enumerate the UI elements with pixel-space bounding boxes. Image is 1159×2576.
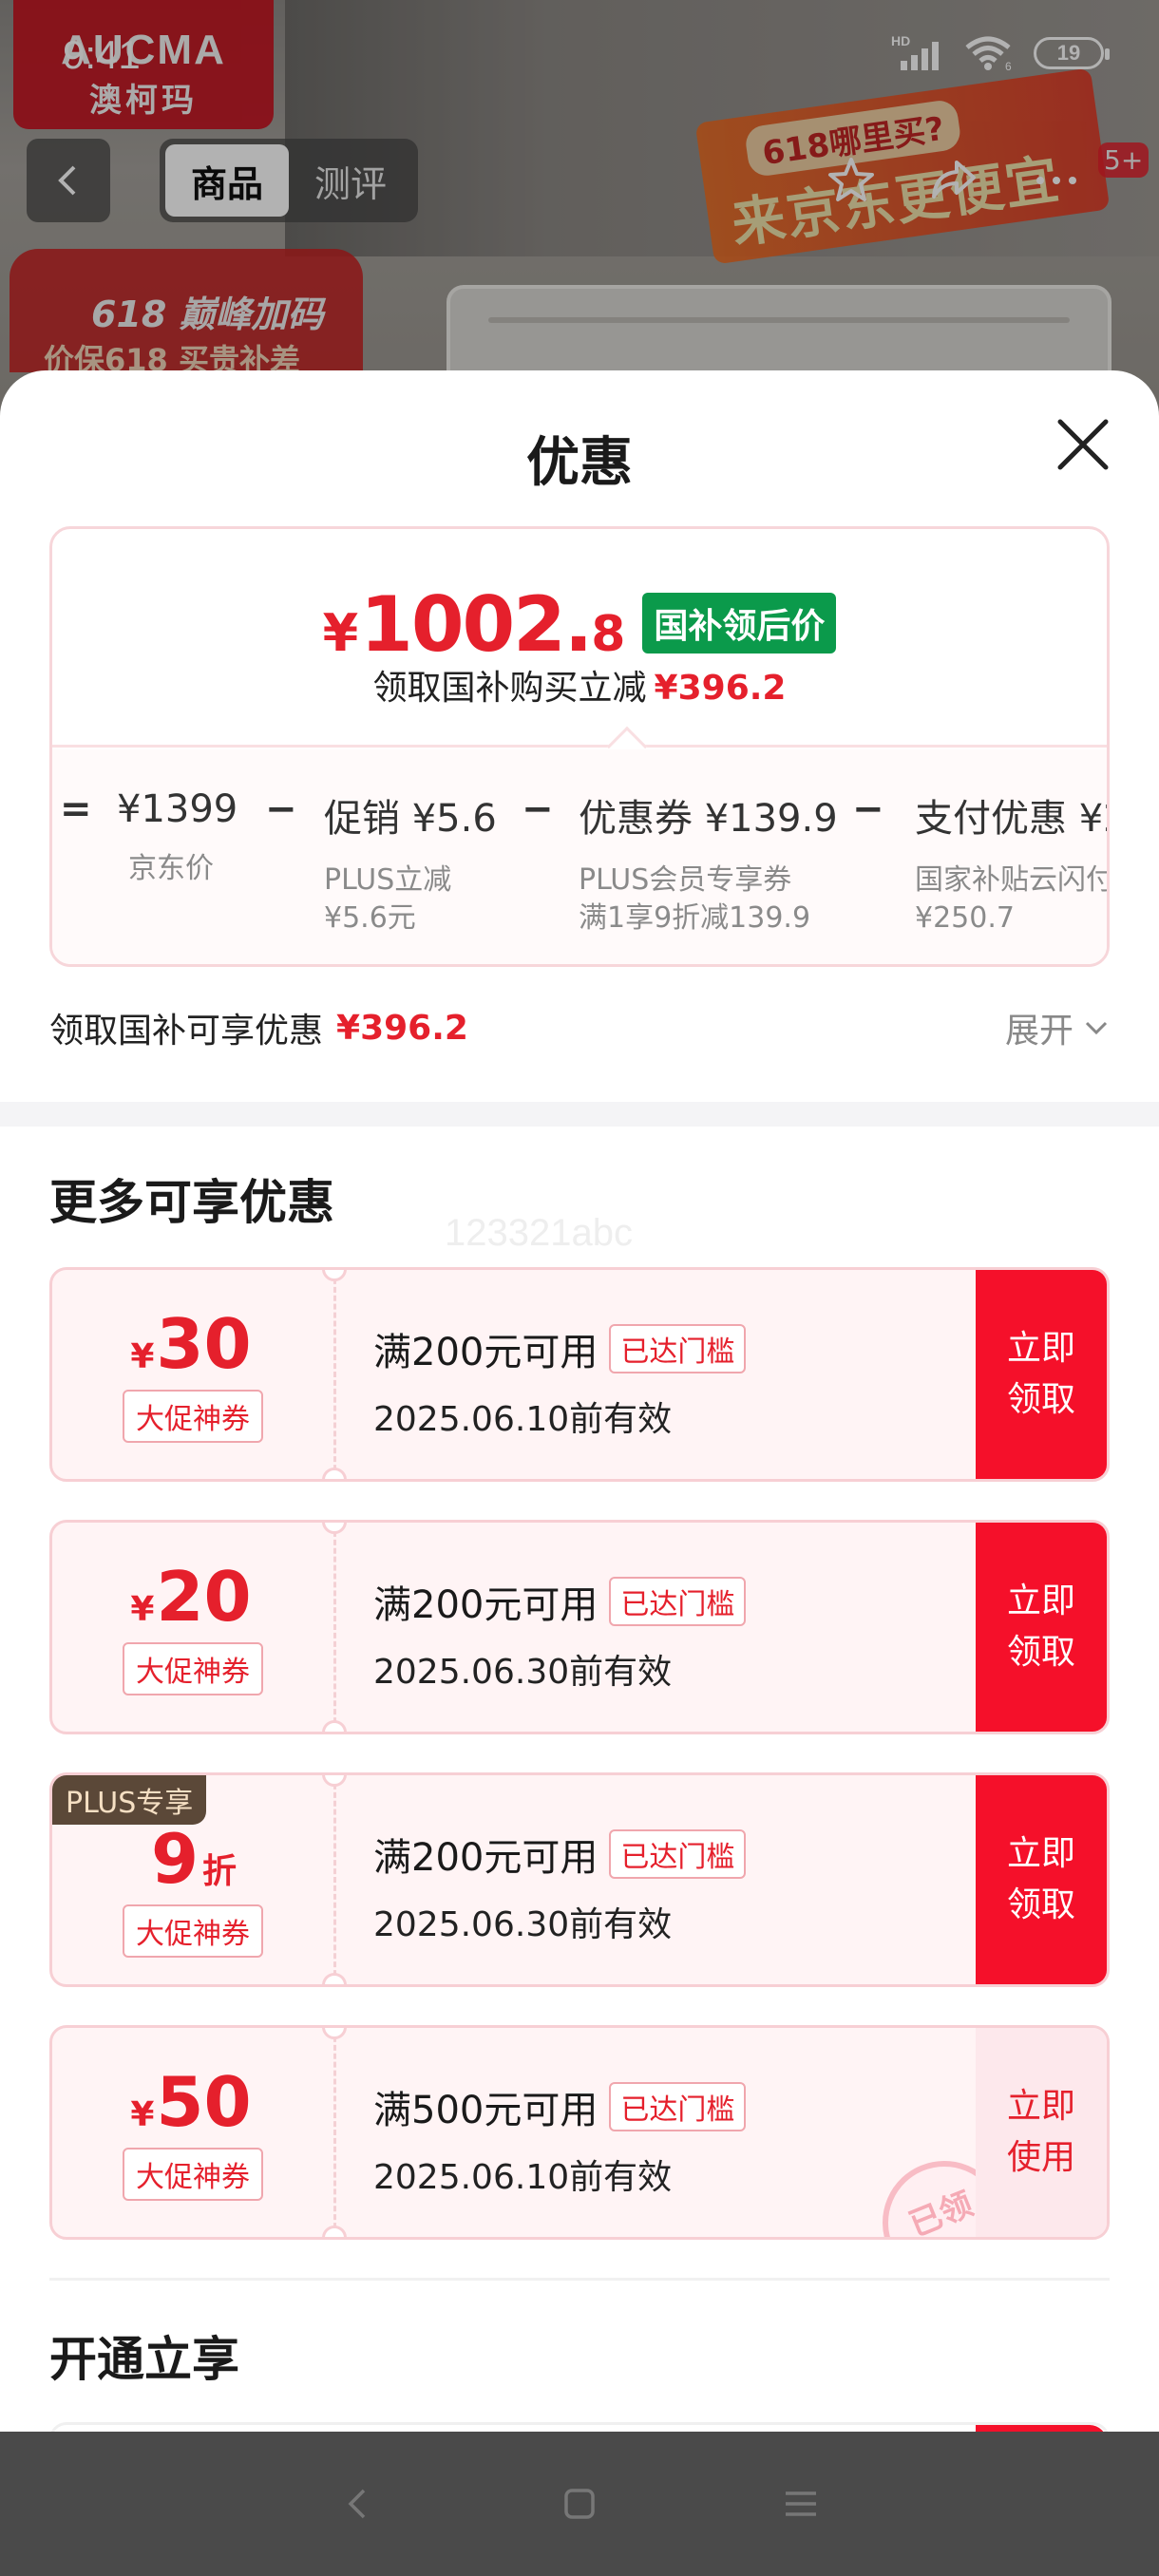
- nav-back-icon[interactable]: [339, 2485, 377, 2523]
- coupon-amount: ¥50: [130, 2062, 252, 2142]
- final-price-area: ¥1002. 8 国补领后价 领取国补购买立减 ¥396.2: [52, 529, 1107, 748]
- price-breakdown-row[interactable]: = ¥1399 京东价 − 促销 ¥5.6 PLUS立减 ¥5.6元 − 优惠券…: [52, 749, 1110, 964]
- breakdown-operator: =: [60, 787, 92, 831]
- subsidy-summary: 领取国补可享优惠 ¥396.2 展开: [49, 999, 1110, 1056]
- price-breakdown-card: ¥1002. 8 国补领后价 领取国补购买立减 ¥396.2 = ¥1399 京东价…: [49, 526, 1110, 967]
- coupon-type: 大促神券: [123, 1390, 263, 1443]
- final-price: ¥1002. 8: [322, 580, 626, 669]
- breakdown-item: 促销 ¥5.6 PLUS立减 ¥5.6元: [324, 797, 497, 935]
- gov-subsidy-tag: 国补领后价: [642, 593, 837, 653]
- coupon-condition: 满200元可用: [373, 1836, 598, 1880]
- threshold-reached-tag: 已达门槛: [609, 1324, 747, 1373]
- threshold-reached-tag: 已达门槛: [609, 1829, 747, 1879]
- coupon-type: 大促神券: [123, 1642, 263, 1695]
- breakdown-operator: −: [522, 787, 554, 831]
- coupon-type: 大促神券: [123, 1904, 263, 1958]
- coupon-condition: 满200元可用: [373, 1331, 598, 1374]
- breakdown-item: 支付优惠 ¥2 国家补贴云闪付 ¥250.7: [915, 797, 1110, 935]
- open-membership-title: 开通立享: [49, 2332, 239, 2387]
- claim-coupon-button[interactable]: 立即领取: [976, 1775, 1107, 1984]
- coupon-amount: 9折: [150, 1819, 238, 1899]
- coupon-card: ¥20 大促神券 满200元可用 已达门槛 2025.06.30前有效 立即领取: [49, 1520, 1110, 1734]
- summary-label: 领取国补可享优惠: [49, 1012, 324, 1051]
- sheet-title: 优惠: [526, 432, 633, 494]
- membership-card: [49, 2422, 1110, 2432]
- coupon-validity: 2025.06.10前有效: [373, 2158, 673, 2197]
- claim-coupon-button[interactable]: 立即领取: [976, 1523, 1107, 1732]
- coupon-validity: 2025.06.30前有效: [373, 1653, 673, 1692]
- subsidy-saving-text: 领取国补购买立减 ¥396.2: [372, 669, 787, 708]
- claim-coupon-button[interactable]: 立即领取: [976, 1270, 1107, 1479]
- breakdown-operator: −: [265, 787, 297, 831]
- coupon-condition: 满500元可用: [373, 2089, 598, 2132]
- coupon-card: ¥50 大促神券 满500元可用 已达门槛 2025.06.10前有效 已领 立即…: [49, 2025, 1110, 2240]
- section-divider: [0, 1102, 1159, 1127]
- coupon-validity: 2025.06.10前有效: [373, 1400, 673, 1439]
- chevron-down-icon: [1085, 1021, 1108, 1035]
- breakdown-operator: −: [852, 787, 884, 831]
- system-nav-bar: [0, 2432, 1159, 2576]
- coupon-type: 大促神券: [123, 2148, 263, 2201]
- coupon-validity: 2025.06.30前有效: [373, 1905, 673, 1944]
- more-discounts-title: 更多可享优惠: [49, 1175, 334, 1230]
- coupon-card: ¥30 大促神券 满200元可用 已达门槛 2025.06.10前有效 立即领取: [49, 1267, 1110, 1482]
- coupon-card: PLUS专享 9折 大促神券 满200元可用 已达门槛 2025.06.30前有效…: [49, 1772, 1110, 1987]
- nav-home-icon[interactable]: [560, 2485, 598, 2523]
- breakdown-item: ¥1399 京东价: [117, 787, 238, 885]
- threshold-reached-tag: 已达门槛: [609, 2082, 747, 2131]
- discount-sheet: 优惠 ¥1002. 8 国补领后价 领取国补购买立减 ¥396.2 = ¥1399 …: [0, 370, 1159, 2432]
- watermark: 123321abc: [445, 1212, 633, 1254]
- close-icon[interactable]: [1051, 412, 1115, 477]
- expand-button[interactable]: 展开: [1005, 1003, 1110, 1052]
- nav-menu-icon[interactable]: [782, 2485, 820, 2523]
- breakdown-item: 优惠券 ¥139.9 PLUS会员专享券 满1享9折减139.9: [579, 797, 838, 935]
- section-divider: [49, 2278, 1110, 2281]
- use-coupon-button[interactable]: 立即使用: [976, 2028, 1107, 2237]
- coupon-amount: ¥20: [130, 1557, 252, 1637]
- threshold-reached-tag: 已达门槛: [609, 1577, 747, 1626]
- coupon-amount: ¥30: [130, 1304, 252, 1384]
- summary-amount: ¥396.2: [336, 1008, 468, 1048]
- coupon-condition: 满200元可用: [373, 1583, 598, 1627]
